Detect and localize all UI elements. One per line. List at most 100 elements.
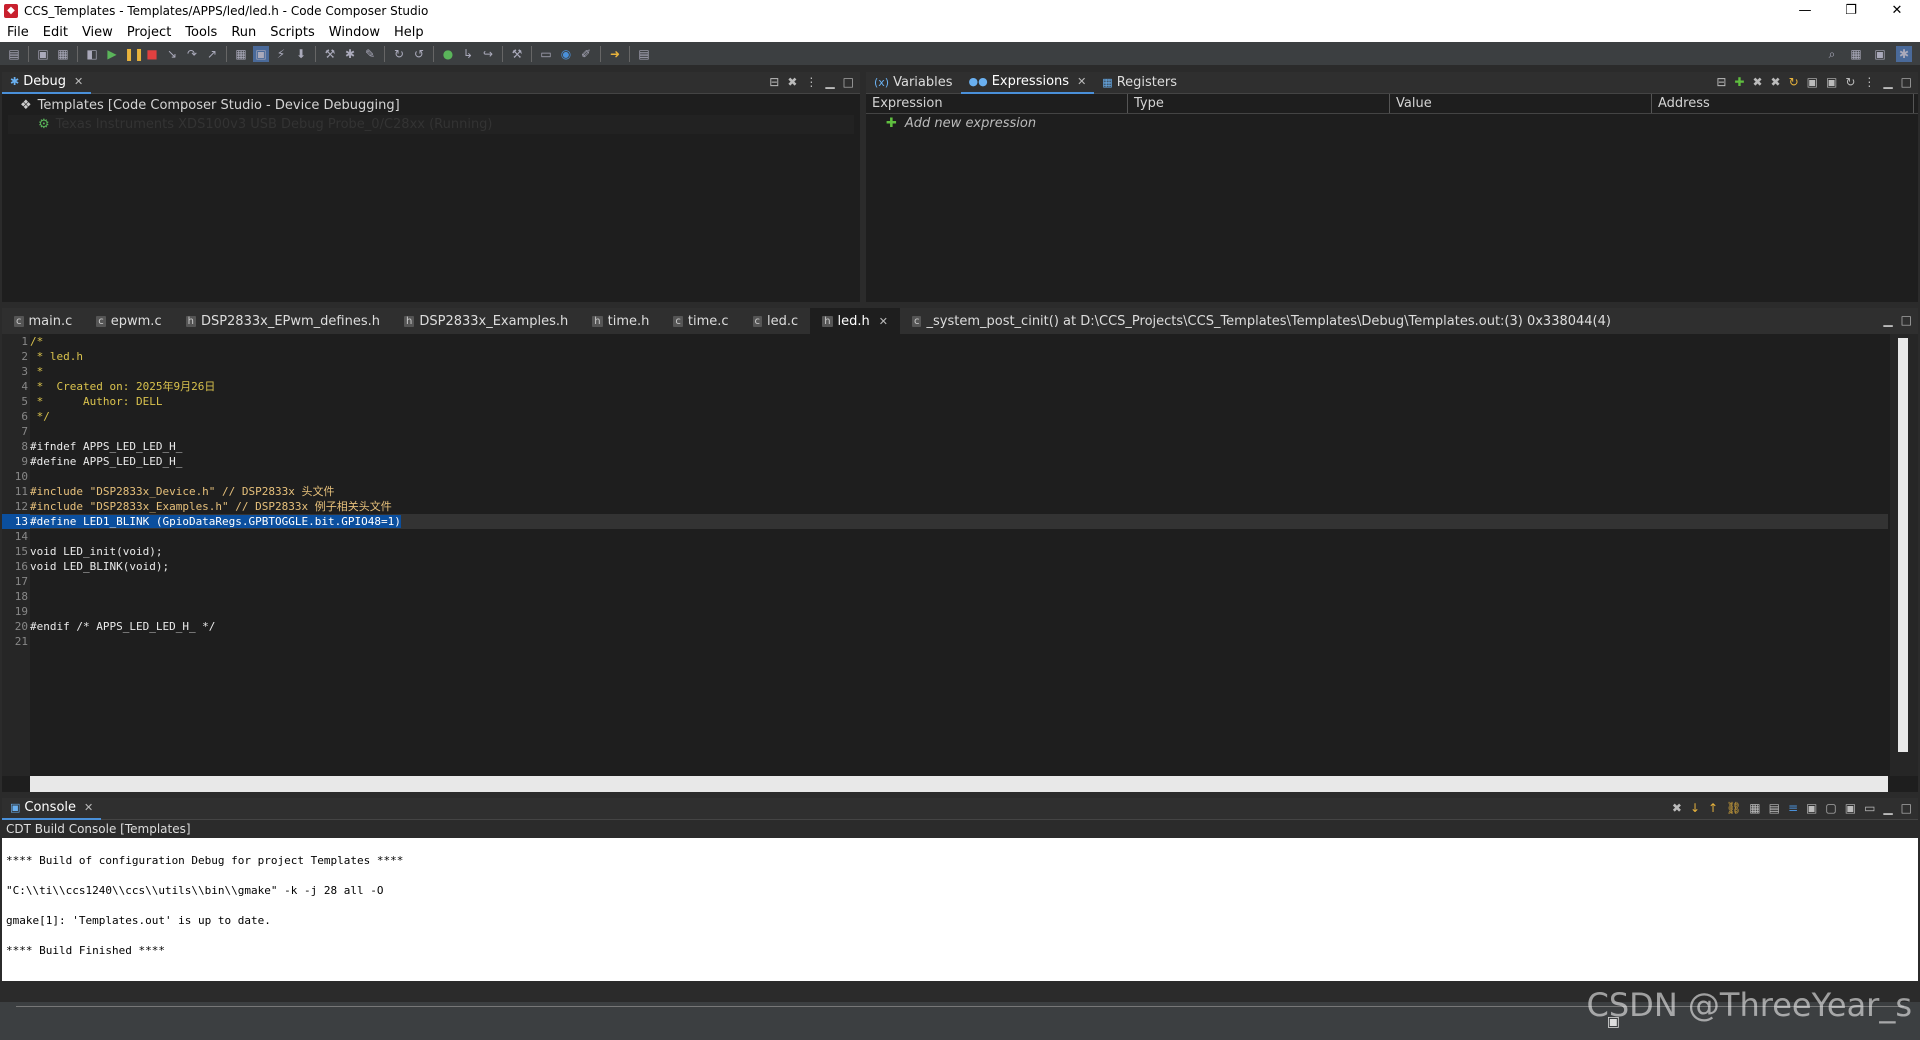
remove-expression-icon[interactable]: ✖ — [1752, 75, 1762, 89]
tab-expressions[interactable]: ●● Expressions ✕ — [960, 72, 1095, 94]
close-icon[interactable]: ✕ — [84, 801, 93, 814]
reset-icon[interactable]: ↺ — [411, 46, 427, 62]
minimize-icon[interactable]: ▁ — [1883, 801, 1892, 815]
menu-file[interactable]: File — [0, 25, 36, 40]
flash-icon[interactable]: ✎ — [362, 46, 378, 62]
link-icon[interactable]: ⛓ — [1726, 801, 1741, 815]
menu-scripts[interactable]: Scripts — [263, 25, 321, 40]
toggle-icon[interactable]: ▣ — [253, 45, 269, 62]
console-icon[interactable]: ▭ — [538, 46, 554, 62]
column-address[interactable]: Address — [1652, 94, 1914, 113]
code-editor[interactable]: 1/* 2 * led.h 3 * 4 * Created on: 2025年9… — [2, 334, 1888, 776]
add-new-expression-row[interactable]: ✚ Add new expression — [866, 114, 1918, 133]
build-icon[interactable]: ⚒ — [322, 46, 338, 62]
save-all-icon[interactable]: ▦ — [55, 46, 71, 62]
view-menu-icon[interactable]: ⋮ — [1863, 75, 1875, 89]
minimize-icon[interactable]: ▁ — [825, 75, 834, 89]
tree-item-session[interactable]: ❖ Templates [Code Composer Studio - Devi… — [8, 96, 854, 115]
column-type[interactable]: Type — [1128, 94, 1390, 113]
remove-all-icon[interactable]: ✖ — [1771, 75, 1781, 89]
tab-registers[interactable]: ▦ Registers — [1094, 72, 1185, 94]
maximize-icon[interactable]: □ — [1901, 75, 1912, 89]
column-value[interactable]: Value — [1390, 94, 1652, 113]
debug-bug-icon[interactable]: ✱ — [342, 46, 358, 62]
restore-button[interactable]: ❐ — [1828, 0, 1874, 22]
load-program-icon[interactable]: ⬇ — [293, 46, 309, 62]
continuous-refresh-icon[interactable]: ↻ — [1789, 75, 1799, 89]
open-perspective-icon[interactable]: ▦ — [1848, 46, 1864, 62]
perspective-debug-icon[interactable]: ✱ — [1896, 46, 1912, 62]
step-into-icon[interactable]: ↘ — [164, 46, 180, 62]
menu-project[interactable]: Project — [120, 25, 178, 40]
collapse-all-icon[interactable]: ⊟ — [769, 75, 779, 89]
minimize-icon[interactable]: ▁ — [1883, 313, 1892, 327]
new-console-icon[interactable]: ▣ — [1845, 801, 1856, 815]
clear-console-icon[interactable]: ✖ — [1672, 801, 1682, 815]
menu-view[interactable]: View — [75, 25, 120, 40]
editor-tab[interactable]: c time.c — [661, 308, 740, 334]
save-icon[interactable]: ▣ — [35, 46, 51, 62]
editor-horizontal-scrollbar[interactable] — [30, 776, 1888, 792]
debug-view-icon[interactable]: ◧ — [84, 46, 100, 62]
console-output[interactable]: **** Build of configuration Debug for pr… — [2, 838, 1918, 981]
restart-icon[interactable]: ↻ — [391, 46, 407, 62]
menu-run[interactable]: Run — [224, 25, 263, 40]
tab-variables[interactable]: (x) Variables — [866, 72, 961, 94]
scroll-lock-icon[interactable]: ▤ — [1769, 801, 1780, 815]
tree-item-probe[interactable]: ⚙ Texas Instruments XDS100v3 USB Debug P… — [8, 115, 854, 134]
remove-all-terminated-icon[interactable]: ✖ — [787, 75, 797, 89]
maximize-icon[interactable]: □ — [1901, 313, 1912, 327]
minimize-icon[interactable]: ▁ — [1883, 75, 1892, 89]
search-icon[interactable]: ⌕ — [1824, 46, 1840, 62]
menu-edit[interactable]: Edit — [36, 25, 75, 40]
word-wrap-icon[interactable]: ≡ — [1788, 801, 1798, 815]
menu-tools[interactable]: Tools — [178, 25, 224, 40]
perspective-edit-icon[interactable]: ▣ — [1872, 46, 1888, 62]
copy-icon[interactable]: ▦ — [1749, 801, 1760, 815]
export-icon[interactable]: ▣ — [1826, 75, 1837, 89]
next-error-icon[interactable]: ↓ — [1690, 801, 1700, 815]
step-over-icon[interactable]: ↷ — [184, 46, 200, 62]
close-button[interactable]: ✕ — [1874, 0, 1920, 22]
open-folder-icon[interactable]: ▤ — [636, 46, 652, 62]
menu-window[interactable]: Window — [322, 25, 387, 40]
maximize-icon[interactable]: □ — [1901, 801, 1912, 815]
editor-vertical-scrollbar[interactable] — [1890, 334, 1918, 776]
tab-debug[interactable]: ✱ Debug ✕ — [2, 72, 92, 94]
pencil-icon[interactable]: ✐ — [578, 46, 594, 62]
editor-tab[interactable]: c led.c — [741, 308, 811, 334]
column-expression[interactable]: Expression — [866, 94, 1128, 113]
connect-icon[interactable]: ⚡ — [273, 46, 289, 62]
hammer-icon[interactable]: ⚒ — [509, 46, 525, 62]
suspend-icon[interactable]: ❚❚ — [124, 46, 144, 62]
close-icon[interactable]: ✕ — [1077, 75, 1086, 88]
open-console-icon[interactable]: ▭ — [1864, 801, 1875, 815]
step-return-icon[interactable]: ↗ — [204, 46, 220, 62]
refresh-icon[interactable]: ↻ — [1845, 75, 1855, 89]
view-menu-icon[interactable]: ⋮ — [805, 75, 817, 89]
editor-tab[interactable]: h DSP2833x_EPwm_defines.h — [174, 308, 392, 334]
editor-tab[interactable]: c _system_post_cinit() at D:\CCS_Projects… — [900, 308, 1623, 334]
close-icon[interactable]: ✕ — [74, 75, 83, 88]
import-icon[interactable]: ▣ — [1807, 75, 1818, 89]
editor-tab[interactable]: h DSP2833x_Examples.h — [392, 308, 580, 334]
terminate-icon[interactable]: ■ — [144, 46, 160, 62]
collapse-all-icon[interactable]: ⊟ — [1716, 75, 1726, 89]
tab-console[interactable]: ▣ Console ✕ — [2, 798, 102, 820]
run-target-icon[interactable]: ● — [440, 46, 456, 62]
previous-error-icon[interactable]: ↑ — [1708, 801, 1718, 815]
forward-icon[interactable]: ➜ — [607, 46, 623, 62]
maximize-icon[interactable]: □ — [843, 75, 854, 89]
editor-tab-active[interactable]: h led.h ✕ — [810, 308, 900, 334]
memory-icon[interactable]: ▦ — [233, 46, 249, 62]
editor-tab[interactable]: h time.h — [580, 308, 661, 334]
menu-help[interactable]: Help — [387, 25, 431, 40]
resume-icon[interactable]: ▶ — [104, 46, 120, 62]
editor-tab[interactable]: c main.c — [2, 308, 84, 334]
scroll-thumb[interactable] — [1898, 338, 1908, 752]
step-asm-icon[interactable]: ↳ — [460, 46, 476, 62]
editor-tab[interactable]: c epwm.c — [84, 308, 173, 334]
step-over-asm-icon[interactable]: ↪ — [480, 46, 496, 62]
add-expression-icon[interactable]: ✚ — [1734, 75, 1744, 89]
new-icon[interactable]: ▤ — [6, 46, 22, 62]
